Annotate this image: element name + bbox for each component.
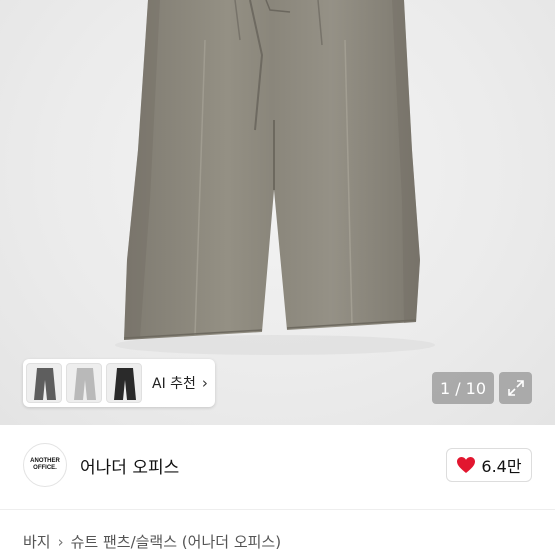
expand-button[interactable] <box>499 372 532 404</box>
ai-recommend-button[interactable]: AI 추천 › <box>152 373 208 393</box>
brand-logo[interactable]: ANOTHER OFFICE. <box>23 443 67 487</box>
breadcrumb-category[interactable]: 바지 <box>23 533 51 551</box>
chevron-right-icon: › <box>57 533 64 551</box>
thumbnail-3[interactable] <box>106 363 142 403</box>
breadcrumb: 바지 › 슈트 팬츠/슬랙스 (어나더 오피스) <box>23 531 281 552</box>
thumb-pants-dark-gray <box>34 368 56 400</box>
heart-icon <box>457 457 476 473</box>
breadcrumb-subcategory[interactable]: 슈트 팬츠/슬랙스 (어나더 오피스) <box>71 533 281 551</box>
thumbnail-2[interactable] <box>66 363 102 403</box>
brand-logo-line2: OFFICE. <box>33 465 57 471</box>
like-count: 6.4만 <box>481 457 522 476</box>
brand-name[interactable]: 어나더 오피스 <box>80 453 179 478</box>
thumb-pants-black <box>114 368 136 400</box>
product-image[interactable]: AI 추천 › 1 / 10 <box>0 0 555 425</box>
thumbnail-1[interactable] <box>26 363 62 403</box>
chevron-right-icon: › <box>201 374 208 392</box>
product-page: AI 추천 › 1 / 10 ANOTHER OFFICE. 어나더 오피스 6… <box>0 0 555 555</box>
like-button[interactable]: 6.4만 <box>446 448 532 482</box>
brand-row: ANOTHER OFFICE. 어나더 오피스 6.4만 <box>0 425 555 510</box>
ai-recommend-label: AI 추천 <box>152 376 196 392</box>
thumb-pants-light-gray <box>74 368 96 400</box>
thumbnail-strip: AI 추천 › <box>23 359 215 407</box>
brand-logo-line1: ANOTHER <box>30 458 60 464</box>
page-indicator: 1 / 10 <box>432 372 494 404</box>
expand-icon <box>507 380 524 396</box>
